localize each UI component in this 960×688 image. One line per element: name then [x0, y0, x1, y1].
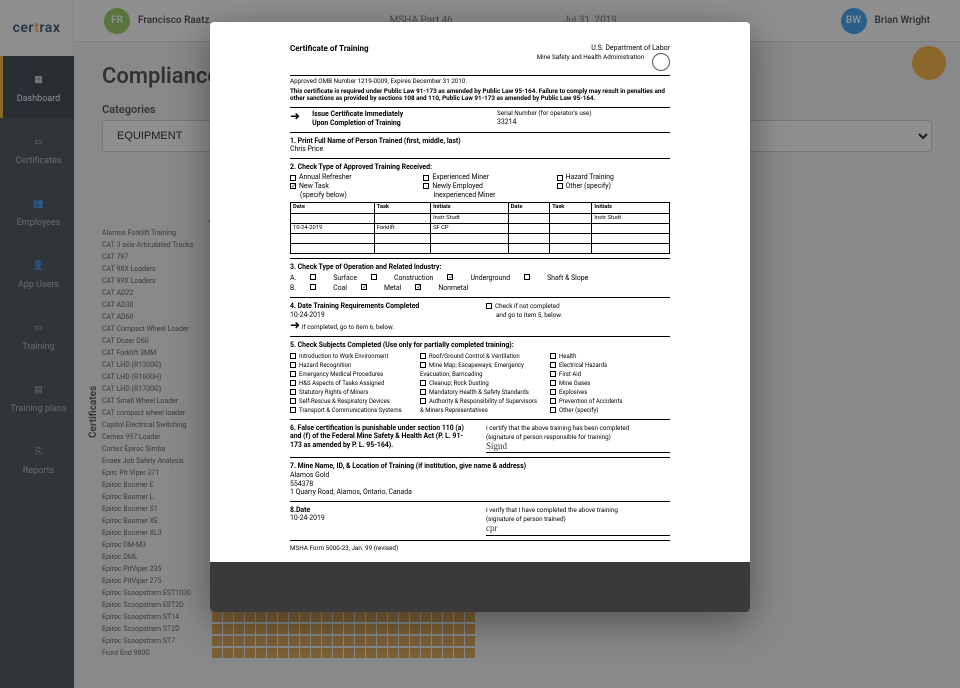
section-4: 4. Date Training Requirements Completed1…	[290, 302, 670, 332]
issue-row: ➜ Issue Certificate Immediately Upon Com…	[290, 110, 670, 127]
section-7: 7. Mine Name, ID, & Location of Training…	[290, 462, 670, 497]
omb-line: Approved OMB Number 1219-0009, Expires D…	[290, 78, 670, 86]
section-8: 8.Date10-24-2019 I verify that I have co…	[290, 506, 670, 536]
arrow-icon: ➜	[290, 110, 300, 127]
section-1: 1. Print Full Name of Person Trained (fi…	[290, 137, 461, 145]
certificate-modal: Certificate of Training U.S. Department …	[210, 22, 750, 612]
certificate-document: Certificate of Training U.S. Department …	[210, 22, 750, 552]
section-2: 2. Check Type of Approved Training Recei…	[290, 163, 432, 171]
form-footer: MSHA Form 5000-23, Jan. 99 (revised)	[290, 545, 670, 553]
warning-text: This certificate is required under Publi…	[290, 88, 670, 104]
modal-overlay[interactable]: Certificate of Training U.S. Department …	[0, 0, 960, 688]
section-3: 3. Check Type of Operation and Related I…	[290, 263, 441, 271]
dol-seal-icon	[652, 53, 670, 71]
doc-title: Certificate of Training	[290, 44, 369, 54]
modal-footer	[210, 562, 750, 612]
subjects-columns: Introduction to Work EnvironmentHazard R…	[290, 352, 670, 415]
doc-dept: U.S. Department of LaborMine Safety and …	[537, 44, 670, 71]
section-5: 5. Check Subjects Completed (Use only fo…	[290, 341, 514, 349]
section-6: 6. False certification is punishable und…	[290, 424, 670, 454]
training-table: DateTaskInitialsDateTaskInitials Instr S…	[290, 202, 670, 254]
